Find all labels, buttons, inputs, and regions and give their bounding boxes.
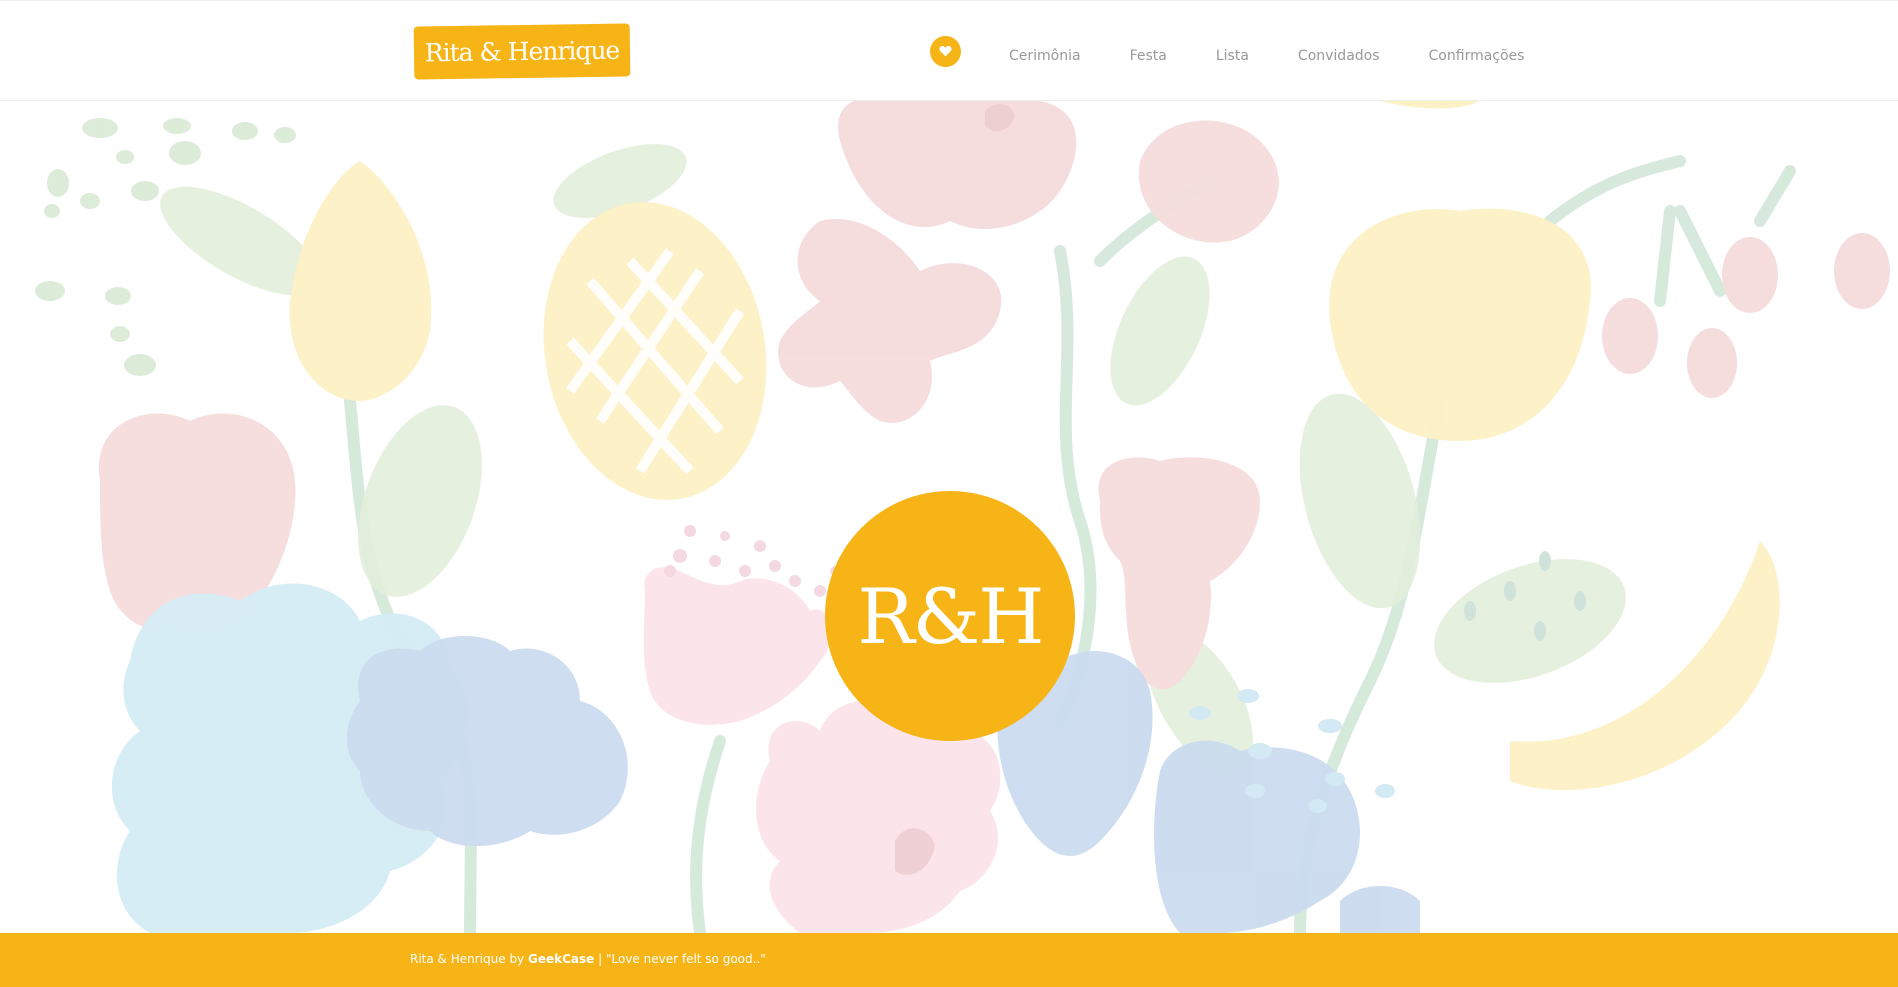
heart-icon <box>939 46 952 57</box>
main-nav: Cerimônia Festa Lista Convidados Confirm… <box>930 35 1573 67</box>
nav-home-button[interactable] <box>930 35 961 67</box>
footer-separator: | <box>598 952 603 966</box>
nav-convidados[interactable]: Convidados <box>1298 48 1380 64</box>
site-logo[interactable]: Rita & Henrique <box>413 23 631 80</box>
footer-author-link[interactable]: GeekCase <box>528 952 594 966</box>
nav-confirmacoes[interactable]: Confirmações <box>1429 48 1525 64</box>
nav-lista[interactable]: Lista <box>1216 48 1249 64</box>
footer-by: by <box>509 952 525 966</box>
footer-site-name: Rita & Henrique <box>410 952 506 966</box>
hero-section: R&H <box>0 101 1898 933</box>
monogram-text: R&H <box>857 571 1044 661</box>
site-footer: Rita & Henrique by GeekCase | "Love neve… <box>0 933 1898 987</box>
site-header: Rita & Henrique Cerimônia Festa Lista Co… <box>0 0 1898 101</box>
nav-cerimonia[interactable]: Cerimônia <box>1009 48 1081 64</box>
nav-festa[interactable]: Festa <box>1130 48 1167 64</box>
monogram-badge: R&H <box>825 491 1075 741</box>
footer-tagline: "Love never felt so good.." <box>605 952 766 966</box>
footer-credit: Rita & Henrique by GeekCase | "Love neve… <box>410 952 766 966</box>
